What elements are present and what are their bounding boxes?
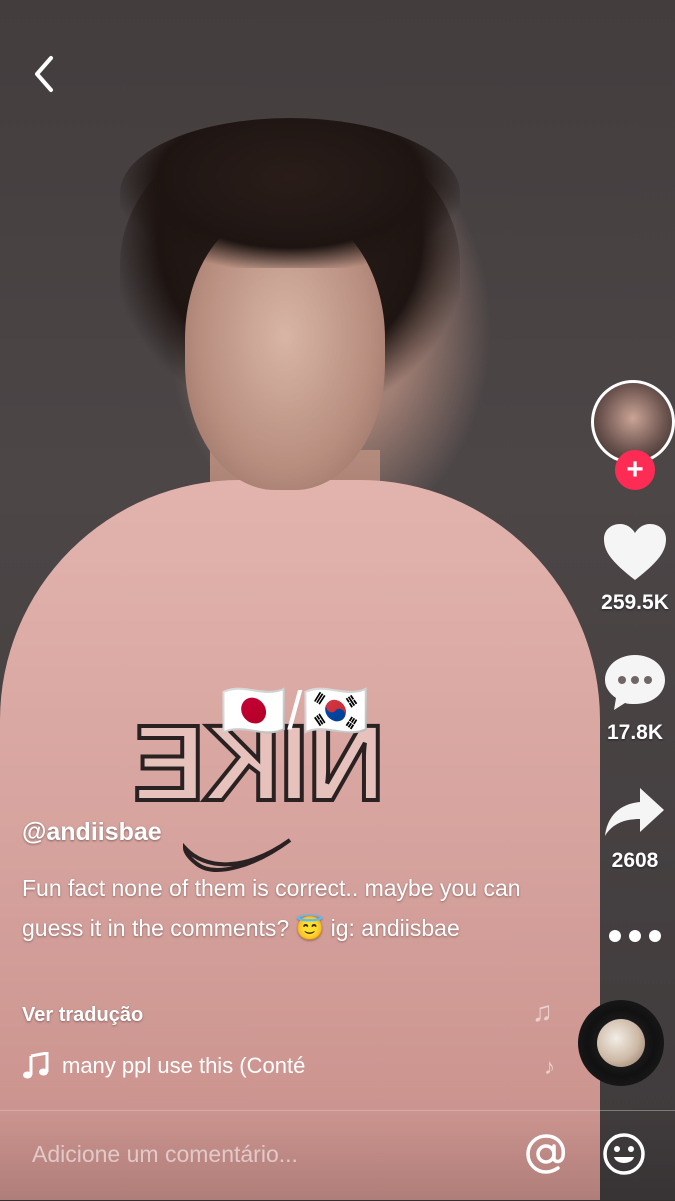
more-dot: [629, 930, 641, 942]
comment-input[interactable]: [30, 1128, 494, 1180]
like-count: 259.5K: [601, 591, 669, 614]
album-cover: [597, 1019, 645, 1067]
smiley-icon: [603, 1133, 645, 1175]
back-button[interactable]: [24, 54, 64, 94]
music-note-icon: [23, 1052, 49, 1079]
share-button[interactable]: 2608: [580, 784, 675, 873]
music-disc[interactable]: [578, 1000, 664, 1086]
plus-icon: +: [626, 453, 644, 486]
follow-button[interactable]: +: [615, 450, 655, 490]
emoji-button[interactable]: [602, 1132, 646, 1176]
share-arrow-icon: [605, 788, 664, 836]
music-title: many ppl use this (Conté: [62, 1053, 306, 1078]
heart-icon: [604, 524, 666, 580]
more-dot: [649, 930, 661, 942]
floating-note-icon: ♪: [544, 1054, 555, 1079]
creator-username[interactable]: @andiisbae: [22, 818, 162, 847]
share-count: 2608: [611, 849, 659, 872]
speech-bubble-icon: [605, 655, 665, 710]
comment-button[interactable]: 17.8K: [580, 652, 675, 745]
action-rail: + 259.5K 17.8K 2608: [545, 0, 675, 1100]
video-frame-hair-top: [120, 118, 460, 268]
music-info[interactable]: many ppl use this (Conté: [22, 1052, 382, 1080]
like-button[interactable]: 259.5K: [580, 522, 675, 615]
comment-count: 17.8K: [606, 721, 664, 744]
more-dots-icon: [609, 930, 621, 942]
chevron-left-icon: [35, 56, 53, 92]
flags-overlay: 🇯🇵/🇰🇷: [220, 681, 370, 741]
video-caption: Fun fact none of them is correct.. maybe…: [22, 875, 521, 941]
mention-button[interactable]: [524, 1132, 568, 1176]
translate-link[interactable]: Ver tradução: [22, 1004, 143, 1027]
at-sign-icon: [526, 1134, 566, 1174]
more-button[interactable]: [595, 924, 675, 948]
floating-note-icon: ♫: [532, 996, 553, 1027]
